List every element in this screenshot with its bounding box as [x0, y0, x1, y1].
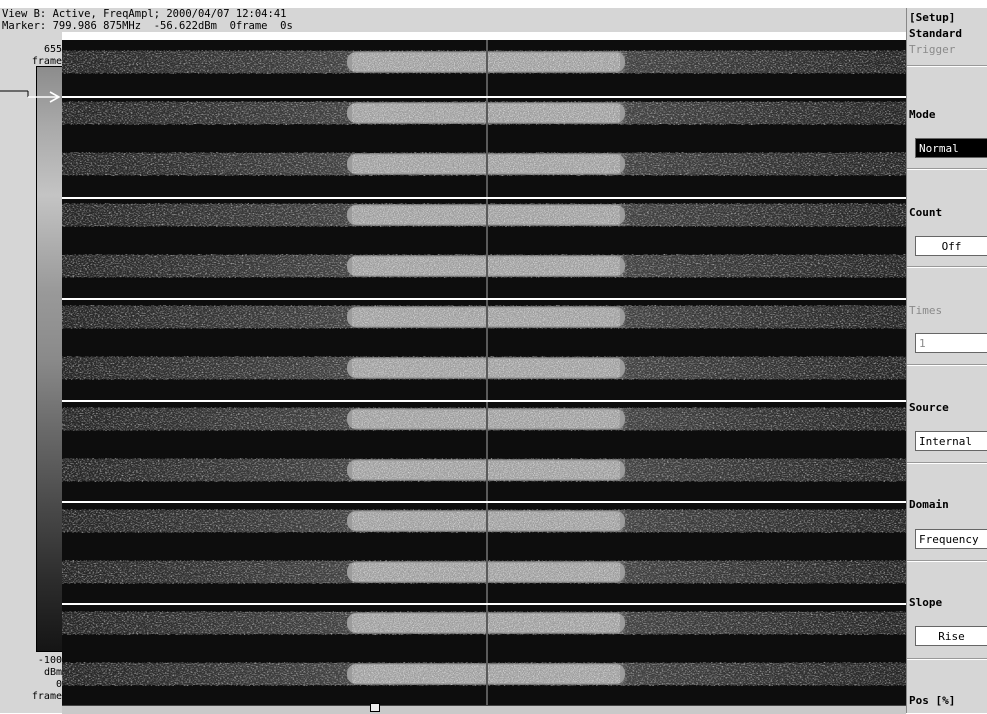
menu-item-standard[interactable]: Standard: [909, 27, 962, 40]
setup-side-panel: [Setup] Standard Trigger Mode Normal Cou…: [906, 8, 987, 713]
scale-bottom-unit: dBm: [43, 667, 62, 678]
panel-divider: [907, 658, 987, 660]
burst-row: [62, 611, 906, 635]
domain-select[interactable]: Frequency: [915, 529, 987, 549]
menu-item-trigger[interactable]: Trigger: [909, 43, 955, 56]
panel-divider: [907, 168, 987, 170]
times-label: Times: [909, 304, 943, 317]
arrow-right-icon: [0, 90, 61, 103]
menu-title: [Setup]: [909, 11, 956, 24]
burst-row: [62, 407, 906, 431]
burst-row: [62, 356, 906, 380]
spectrogram-display[interactable]: [62, 40, 906, 705]
panel-divider: [907, 65, 987, 67]
scale-top-value: 655: [43, 44, 62, 55]
burst-row: [62, 152, 906, 176]
burst-row: [62, 509, 906, 533]
burst-row: [62, 254, 906, 278]
burst-row: [62, 101, 906, 125]
count-label: Count: [909, 206, 943, 219]
burst-row: [62, 458, 906, 482]
source-label: Source: [909, 401, 949, 414]
mode-select[interactable]: Normal: [915, 138, 987, 158]
frequency-cursor-handle[interactable]: [370, 703, 380, 712]
times-input[interactable]: 1: [915, 333, 987, 353]
panel-divider: [907, 462, 987, 464]
panel-divider: [907, 560, 987, 562]
source-select[interactable]: Internal: [915, 431, 987, 451]
panel-divider: [907, 266, 987, 268]
spectrogram-canvas: [62, 40, 906, 705]
view-status-line: View B: Active, FreqAmpl; 2000/04/07 12:…: [0, 8, 907, 20]
mode-label: Mode: [909, 108, 936, 121]
burst-row: [62, 305, 906, 329]
count-select[interactable]: Off: [915, 236, 987, 256]
pos-label: Pos [%]: [909, 694, 956, 707]
scale-bottom-sub-unit: frame: [31, 691, 62, 702]
marker-readout: Marker: 799.986 875MHz -56.622dBm 0frame…: [0, 20, 907, 32]
domain-label: Domain: [909, 498, 949, 511]
panel-divider: [907, 364, 987, 366]
slope-select[interactable]: Rise: [915, 626, 987, 646]
burst-row: [62, 560, 906, 584]
burst-row: [62, 203, 906, 227]
color-scale-bar[interactable]: [36, 66, 63, 652]
burst-row: [62, 662, 906, 686]
burst-row: [62, 50, 906, 74]
scale-bottom-value: -100: [37, 655, 62, 666]
scale-bottom-sub: 0: [55, 679, 62, 690]
slope-label: Slope: [909, 596, 943, 609]
